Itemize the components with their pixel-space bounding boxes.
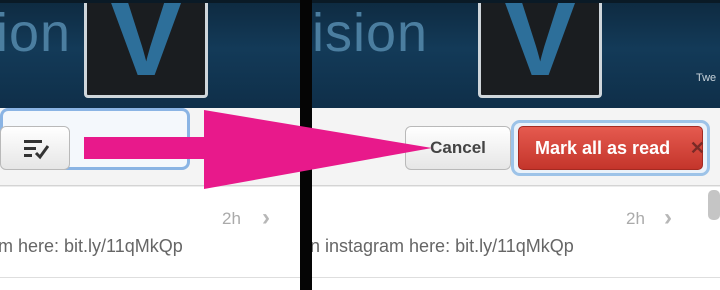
brand-text: ision (312, 3, 429, 63)
right-screenshot-panel: ision V Twe Cancel Mark all as read ✕ 2h… (312, 0, 720, 290)
message-list: 2h › m here: bit.ly/11qMkQp (0, 187, 300, 290)
app-banner: ion V (0, 0, 300, 108)
timestamp: 2h (222, 209, 241, 228)
list-item[interactable]: 2h › m here: bit.ly/11qMkQp (0, 187, 300, 278)
mark-all-as-read-button[interactable]: Mark all as read (518, 126, 703, 170)
timestamp: 2h (626, 209, 645, 228)
close-icon[interactable]: ✕ (690, 138, 705, 159)
mark-all-focus-ring: Mark all as read ✕ (511, 120, 710, 176)
mark-all-label: Mark all as read (535, 138, 671, 158)
message-text: m here: bit.ly/11qMkQp (0, 236, 183, 256)
checklist-icon (24, 140, 49, 160)
app-banner: ision V Twe (312, 0, 720, 108)
list-item[interactable]: 2h › n instagram here: bit.ly/11qMkQp (312, 187, 720, 278)
cancel-button[interactable]: Cancel (405, 126, 511, 170)
left-screenshot-panel: ion V 2h › m here: bit.ly/11qMkQp (0, 0, 300, 290)
checklist-button[interactable] (0, 126, 70, 170)
chevron-right-icon: › (262, 204, 270, 231)
message-text: n instagram here: bit.ly/11qMkQp (312, 236, 574, 256)
message-list: 2h › n instagram here: bit.ly/11qMkQp (312, 187, 720, 290)
logo: V (84, 0, 208, 98)
logo: V (478, 0, 602, 98)
panel-divider (300, 0, 312, 290)
logo-letter: V (107, 0, 185, 100)
toolbar (0, 108, 300, 186)
logo-letter: V (501, 0, 579, 100)
toolbar: Cancel Mark all as read ✕ (312, 108, 720, 186)
banner-caption: Twe (696, 72, 717, 84)
scrollbar[interactable] (708, 190, 720, 220)
chevron-right-icon: › (664, 204, 672, 231)
brand-text: ion (0, 3, 72, 63)
